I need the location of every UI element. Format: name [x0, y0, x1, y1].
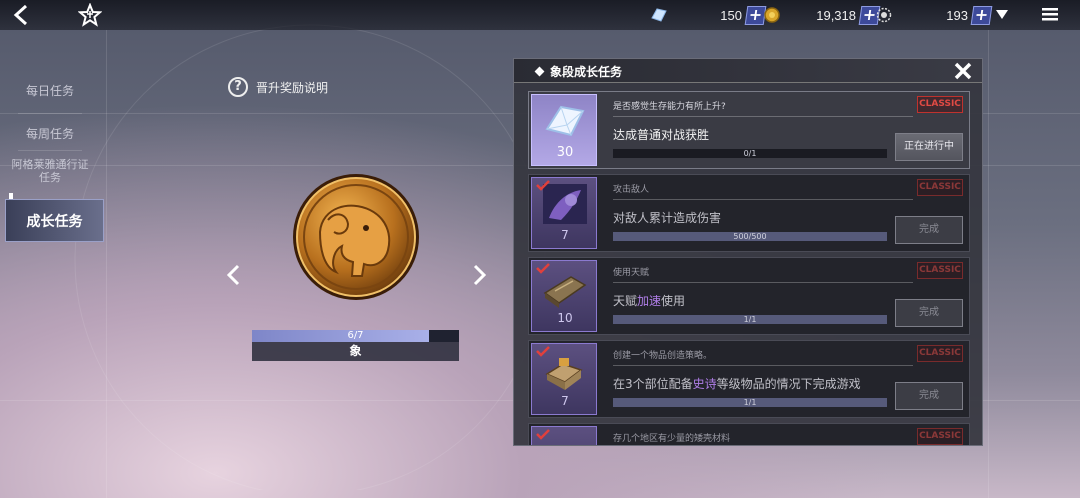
- menu-icon[interactable]: [1041, 6, 1059, 22]
- quest-list[interactable]: 30 是否感觉生存能力有所上升? CLASSIC 达成普通对战获胜 0/1 正在…: [528, 91, 970, 445]
- resource-gold: 19,318 +: [763, 4, 881, 26]
- menu-weekly-tasks[interactable]: 每周任务: [10, 128, 90, 141]
- quest-objective: 天赋加速使用: [613, 292, 685, 309]
- reward-thumb: 10: [531, 260, 597, 332]
- reward-thumb: 7: [531, 177, 597, 249]
- rank-name: 象: [252, 342, 459, 361]
- objective-highlight: 史诗: [692, 377, 717, 391]
- reward-thumb: 7: [531, 343, 597, 415]
- help-label: 晋升奖励说明: [256, 80, 329, 95]
- crystal-icon: [651, 8, 667, 22]
- quest-objective: 达成普通对战获胜: [613, 128, 710, 142]
- question-icon: ?: [228, 77, 248, 97]
- quest-subtitle: 存几个地区有少量的矮壳材料: [613, 434, 731, 444]
- panel-title: 象段成长任务: [550, 65, 623, 79]
- quest-progress-bar: 1/1: [613, 315, 887, 324]
- quest-item[interactable]: 30 是否感觉生存能力有所上升? CLASSIC 达成普通对战获胜 0/1 正在…: [528, 91, 970, 169]
- objective-prefix: 在3个部位配备: [613, 377, 693, 391]
- gold-count: 19,318: [816, 7, 856, 23]
- growth-task-panel: 象段成长任务 30 是否感觉生存能力有所上升? CLASSIC 达成普通对战获胜…: [513, 58, 983, 446]
- quest-divider: [613, 116, 913, 117]
- reward-thumb: [531, 426, 597, 445]
- crystal-count: 150: [720, 7, 742, 23]
- objective-suffix: 等级物品的情况下完成游戏: [716, 377, 861, 391]
- quest-objective: 在3个部位配备史诗等级物品的情况下完成游戏: [613, 375, 861, 392]
- promotion-help[interactable]: ? 晋升奖励说明: [228, 77, 328, 97]
- rank-progress-bar: 6/7: [252, 330, 459, 342]
- quest-divider: [613, 199, 913, 200]
- quest-divider: [613, 365, 913, 366]
- panel-header: 象段成长任务: [514, 59, 982, 83]
- gold-coin-icon: [764, 7, 780, 23]
- reward-count: 10: [557, 311, 573, 325]
- quest-progress-text: 1/1: [743, 398, 757, 407]
- quest-progress-text: 0/1: [743, 149, 757, 158]
- menu-daily-tasks[interactable]: 每日任务: [10, 85, 90, 98]
- quest-subtitle: 攻击敌人: [613, 185, 650, 195]
- objective-prefix: 天赋: [613, 294, 638, 308]
- menu-pass-tasks[interactable]: 阿格莱雅通行证 任务: [10, 158, 90, 184]
- quest-item[interactable]: 存几个地区有少量的矮壳材料 CLASSIC: [528, 423, 970, 445]
- resource-crystal: 150 +: [650, 4, 767, 26]
- quest-subtitle: 使用天赋: [613, 268, 650, 278]
- quest-item[interactable]: 10 使用天赋 CLASSIC 天赋加速使用 1/1 完成: [528, 257, 970, 335]
- reward-count: 30: [556, 145, 574, 160]
- bg-divider: [988, 30, 989, 498]
- menu-separator: [18, 150, 82, 151]
- quest-progress-bar: 0/1: [613, 149, 887, 158]
- reward-count: 7: [561, 394, 569, 408]
- rank-progress-text: 6/7: [347, 330, 364, 341]
- quest-item[interactable]: 7 攻击敌人 CLASSIC 对敌人累计造成伤害 500/500 完成: [528, 174, 970, 252]
- menu-separator: [18, 113, 82, 114]
- ticket-count: 193: [946, 7, 968, 23]
- classic-badge: CLASSIC: [917, 96, 963, 113]
- objective-suffix: 使用: [661, 294, 686, 308]
- check-icon: [536, 346, 550, 357]
- next-rank-icon[interactable]: [471, 263, 489, 287]
- prev-rank-icon[interactable]: [224, 263, 242, 287]
- menu-growth-tasks[interactable]: 成长任务: [5, 199, 104, 242]
- quest-progress-bar: 500/500: [613, 232, 887, 241]
- quest-subtitle: 创建一个物品创造策略。: [613, 351, 713, 361]
- dropdown-icon[interactable]: [994, 6, 1010, 22]
- close-icon[interactable]: [953, 61, 973, 81]
- classic-badge: CLASSIC: [917, 179, 963, 196]
- diamond-icon: [534, 66, 545, 77]
- objective-highlight: 加速: [637, 294, 662, 308]
- quest-objective: 对敌人累计造成伤害: [613, 211, 722, 225]
- crystal-icon: [545, 105, 585, 137]
- quest-item[interactable]: 7 创建一个物品创造策略。 CLASSIC 在3个部位配备史诗等级物品的情况下完…: [528, 340, 970, 418]
- classic-badge: CLASSIC: [917, 428, 963, 445]
- classic-badge: CLASSIC: [917, 262, 963, 279]
- add-ticket-button[interactable]: +: [970, 5, 993, 25]
- quest-progress-text: 500/500: [733, 232, 767, 241]
- reward-count: 7: [561, 228, 569, 242]
- quest-divider: [613, 282, 913, 283]
- back-icon[interactable]: [10, 3, 34, 27]
- complete-button[interactable]: 完成: [895, 382, 963, 410]
- star-home-icon[interactable]: [78, 3, 102, 27]
- top-bar: 150 + 19,318 + 193 +: [0, 0, 1080, 30]
- complete-button[interactable]: 完成: [895, 299, 963, 327]
- resource-ticket: 193 +: [875, 4, 993, 26]
- in-progress-button[interactable]: 正在进行中: [895, 133, 963, 161]
- check-icon: [536, 263, 550, 274]
- elephant-medal-icon: [293, 174, 419, 300]
- check-icon: [536, 429, 550, 440]
- quest-progress-bar: 1/1: [613, 398, 887, 407]
- reward-thumb: 30: [531, 94, 597, 166]
- check-icon: [536, 180, 550, 191]
- quest-subtitle: 是否感觉生存能力有所上升?: [613, 102, 726, 112]
- classic-badge: CLASSIC: [917, 345, 963, 362]
- ticket-icon: [876, 7, 892, 23]
- complete-button[interactable]: 完成: [895, 216, 963, 244]
- quest-progress-text: 1/1: [743, 315, 757, 324]
